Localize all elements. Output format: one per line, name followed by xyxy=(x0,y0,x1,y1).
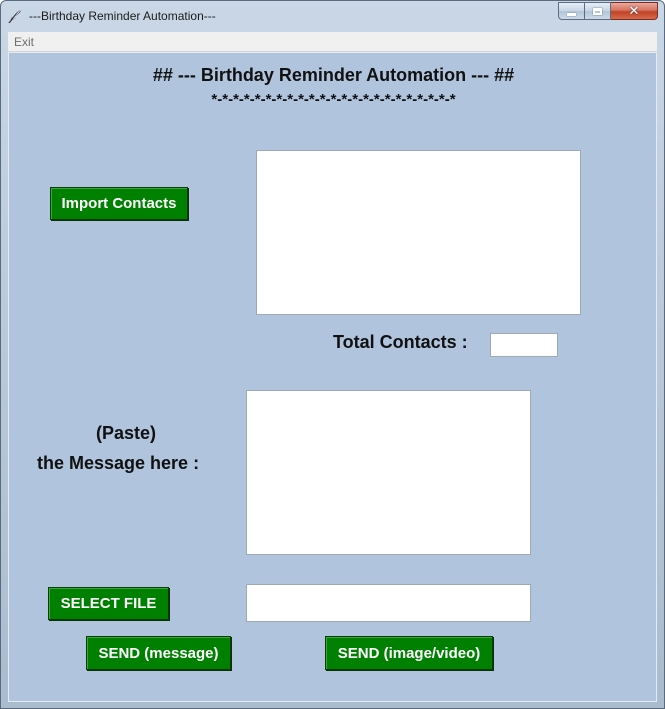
paste-label: (Paste) xyxy=(96,423,157,443)
send-media-button[interactable]: SEND (image/video) xyxy=(325,636,493,670)
minimize-icon xyxy=(567,12,576,16)
app-window: 𝒻 ---Birthday Reminder Automation--- ✕ E… xyxy=(0,0,665,709)
select-file-button[interactable]: SELECT FILE xyxy=(48,587,169,620)
contacts-list-box[interactable] xyxy=(256,150,581,315)
menu-item-exit[interactable]: Exit xyxy=(14,35,34,49)
close-button[interactable]: ✕ xyxy=(611,2,658,20)
window-controls: ✕ xyxy=(558,2,658,21)
file-path-field[interactable] xyxy=(246,584,531,622)
title-bar[interactable]: 𝒻 ---Birthday Reminder Automation--- ✕ xyxy=(1,1,664,31)
total-contacts-field[interactable] xyxy=(490,333,558,357)
page-title: ## --- Birthday Reminder Automation --- … xyxy=(152,65,515,85)
maximize-icon xyxy=(593,7,602,15)
message-input[interactable] xyxy=(246,390,531,555)
message-label: the Message here : xyxy=(37,453,200,473)
window-title: ---Birthday Reminder Automation--- xyxy=(29,9,216,23)
feather-icon: 𝒻 xyxy=(9,7,16,23)
close-icon: ✕ xyxy=(628,3,640,19)
total-contacts-label: Total Contacts : xyxy=(333,332,468,352)
title-decoration: *-*-*-*-*-*-*-*-*-*-*-*-*-*-*-*-*-*-*-*-… xyxy=(211,91,456,108)
main-panel: ## --- Birthday Reminder Automation --- … xyxy=(8,52,657,702)
import-contacts-button[interactable]: Import Contacts xyxy=(50,187,188,220)
send-message-button[interactable]: SEND (message) xyxy=(86,636,231,670)
minimize-button[interactable] xyxy=(558,2,585,20)
menu-bar: Exit xyxy=(8,32,657,52)
maximize-button[interactable] xyxy=(585,2,611,20)
